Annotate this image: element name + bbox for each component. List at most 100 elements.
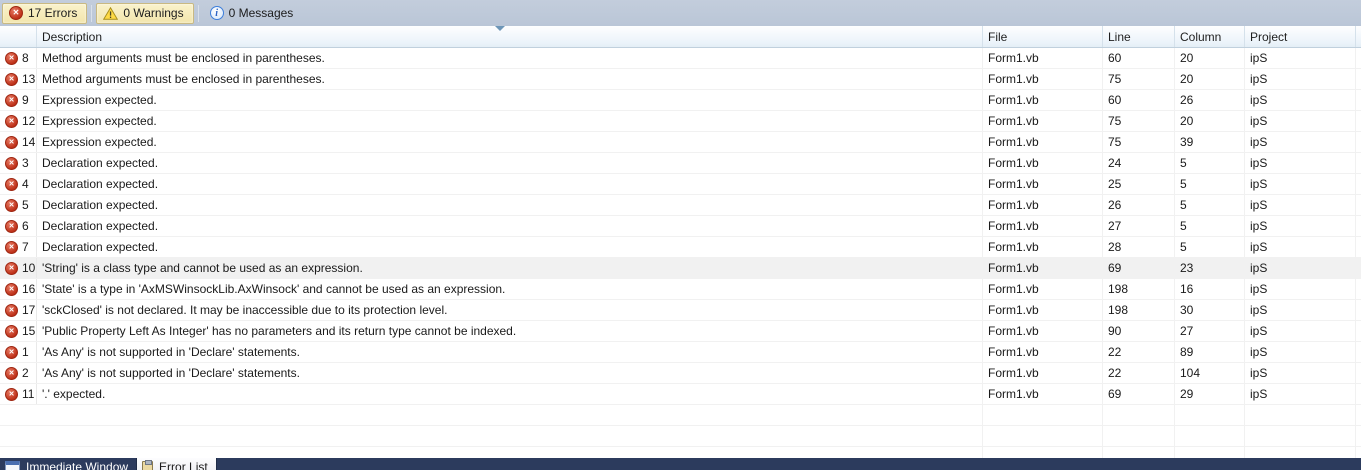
row-tail (1355, 363, 1361, 383)
row-tail (1355, 279, 1361, 299)
error-row[interactable]: 6 Declaration expected. Form1.vb 27 5 ip… (0, 216, 1361, 237)
row-icon-cell: 12 (0, 111, 36, 131)
error-file: Form1.vb (982, 237, 1102, 257)
error-row[interactable]: 14 Expression expected. Form1.vb 75 39 i… (0, 132, 1361, 153)
header-file-label: File (988, 29, 1008, 44)
error-list-toolbar: 17 Errors 0 Warnings 0 Messages (0, 0, 1361, 26)
error-row[interactable]: 1 'As Any' is not supported in 'Declare'… (0, 342, 1361, 363)
empty-row (0, 426, 1361, 447)
tab-immediate-window[interactable]: Immediate Window (0, 458, 136, 470)
header-file[interactable]: File (982, 26, 1102, 47)
header-column[interactable]: Column (1174, 26, 1244, 47)
row-icon-cell: 5 (0, 195, 36, 215)
error-description: Expression expected. (36, 90, 982, 110)
row-tail (1355, 111, 1361, 131)
error-file: Form1.vb (982, 48, 1102, 68)
error-row[interactable]: 13 Method arguments must be enclosed in … (0, 69, 1361, 90)
header-description[interactable]: Description (36, 26, 982, 47)
error-icon (5, 303, 18, 317)
error-description: Declaration expected. (36, 153, 982, 173)
error-file: Form1.vb (982, 216, 1102, 236)
error-number: 13 (22, 72, 36, 86)
error-column: 23 (1174, 258, 1244, 278)
error-project: ipS (1244, 363, 1355, 383)
row-icon-cell: 15 (0, 321, 36, 341)
header-line[interactable]: Line (1102, 26, 1174, 47)
warnings-filter-button[interactable]: 0 Warnings (96, 2, 194, 24)
error-file: Form1.vb (982, 153, 1102, 173)
error-row[interactable]: 15 'Public Property Left As Integer' has… (0, 321, 1361, 342)
row-icon-cell: 4 (0, 174, 36, 194)
error-icon (5, 114, 18, 128)
row-tail (1355, 321, 1361, 341)
error-row[interactable]: 2 'As Any' is not supported in 'Declare'… (0, 363, 1361, 384)
error-row[interactable]: 17 'sckClosed' is not declared. It may b… (0, 300, 1361, 321)
error-icon (5, 72, 18, 86)
error-number: 6 (22, 219, 29, 233)
error-number: 15 (22, 324, 36, 338)
error-list-clipboard-icon (142, 460, 154, 470)
error-number: 3 (22, 156, 29, 170)
row-tail (1355, 174, 1361, 194)
row-icon-cell: 14 (0, 132, 36, 152)
row-tail (1355, 48, 1361, 68)
row-tail (1355, 153, 1361, 173)
error-description: 'sckClosed' is not declared. It may be i… (36, 300, 982, 320)
toolbar-separator (197, 4, 199, 22)
error-row[interactable]: 11 '.' expected. Form1.vb 69 29 ipS (0, 384, 1361, 405)
row-icon-cell: 6 (0, 216, 36, 236)
error-row[interactable]: 10 'String' is a class type and cannot b… (0, 258, 1361, 279)
error-file: Form1.vb (982, 342, 1102, 362)
error-row[interactable]: 8 Method arguments must be enclosed in p… (0, 48, 1361, 69)
header-tail (1355, 26, 1361, 47)
row-tail (1355, 384, 1361, 404)
header-project[interactable]: Project (1244, 26, 1355, 47)
error-row[interactable]: 9 Expression expected. Form1.vb 60 26 ip… (0, 90, 1361, 111)
error-project: ipS (1244, 48, 1355, 68)
error-row[interactable]: 5 Declaration expected. Form1.vb 26 5 ip… (0, 195, 1361, 216)
error-file: Form1.vb (982, 300, 1102, 320)
errors-count-label: 17 Errors (28, 6, 78, 20)
error-project: ipS (1244, 69, 1355, 89)
error-description: Declaration expected. (36, 216, 982, 236)
error-description: Method arguments must be enclosed in par… (36, 48, 982, 68)
error-project: ipS (1244, 174, 1355, 194)
error-column: 5 (1174, 174, 1244, 194)
error-column: 5 (1174, 237, 1244, 257)
error-row[interactable]: 3 Declaration expected. Form1.vb 24 5 ip… (0, 153, 1361, 174)
error-number: 10 (22, 261, 36, 275)
error-project: ipS (1244, 258, 1355, 278)
error-project: ipS (1244, 132, 1355, 152)
row-icon-cell: 3 (0, 153, 36, 173)
toolbar-separator (91, 4, 93, 22)
error-number: 2 (22, 366, 29, 380)
row-tail (1355, 300, 1361, 320)
error-icon (5, 324, 18, 338)
tab-error-list[interactable]: Error List (136, 458, 217, 470)
immediate-window-icon (5, 461, 20, 470)
error-number: 4 (22, 177, 29, 191)
error-line: 26 (1102, 195, 1174, 215)
error-column: 5 (1174, 153, 1244, 173)
error-icon (5, 156, 18, 170)
info-icon (209, 6, 224, 20)
messages-filter-button[interactable]: 0 Messages (203, 3, 304, 24)
header-icon-column (0, 26, 36, 47)
error-row[interactable]: 12 Expression expected. Form1.vb 75 20 i… (0, 111, 1361, 132)
error-column: 5 (1174, 195, 1244, 215)
error-icon (5, 240, 18, 254)
error-number: 11 (22, 387, 35, 401)
error-row[interactable]: 7 Declaration expected. Form1.vb 28 5 ip… (0, 237, 1361, 258)
error-number: 8 (22, 51, 29, 65)
error-column: 89 (1174, 342, 1244, 362)
error-line: 27 (1102, 216, 1174, 236)
error-description: Declaration expected. (36, 237, 982, 257)
row-icon-cell: 7 (0, 237, 36, 257)
error-row[interactable]: 4 Declaration expected. Form1.vb 25 5 ip… (0, 174, 1361, 195)
row-icon-cell: 16 (0, 279, 36, 299)
error-line: 69 (1102, 258, 1174, 278)
row-icon-cell: 11 (0, 384, 36, 404)
errors-filter-button[interactable]: 17 Errors (2, 2, 88, 24)
error-project: ipS (1244, 384, 1355, 404)
error-row[interactable]: 16 'State' is a type in 'AxMSWinsockLib.… (0, 279, 1361, 300)
